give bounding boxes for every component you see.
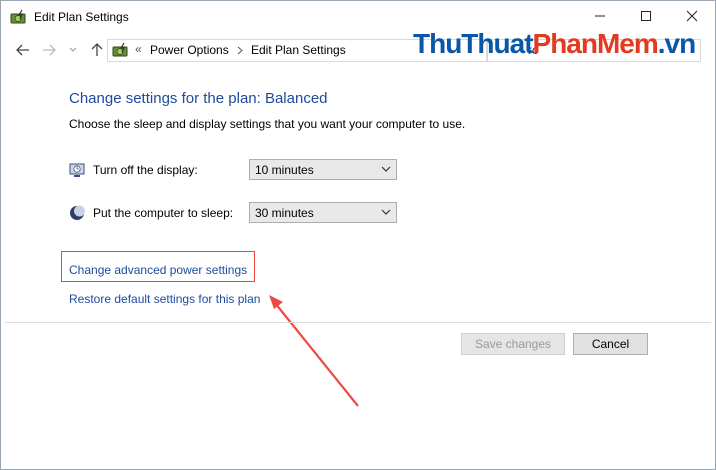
annotation-arrow-icon: [269, 295, 359, 407]
cancel-button[interactable]: Cancel: [573, 333, 648, 355]
save-changes-button[interactable]: Save changes: [461, 333, 565, 355]
edit-plan-settings-window: Edit Plan Settings « Power Options Edit …: [0, 0, 716, 470]
footer-divider: [5, 322, 711, 323]
